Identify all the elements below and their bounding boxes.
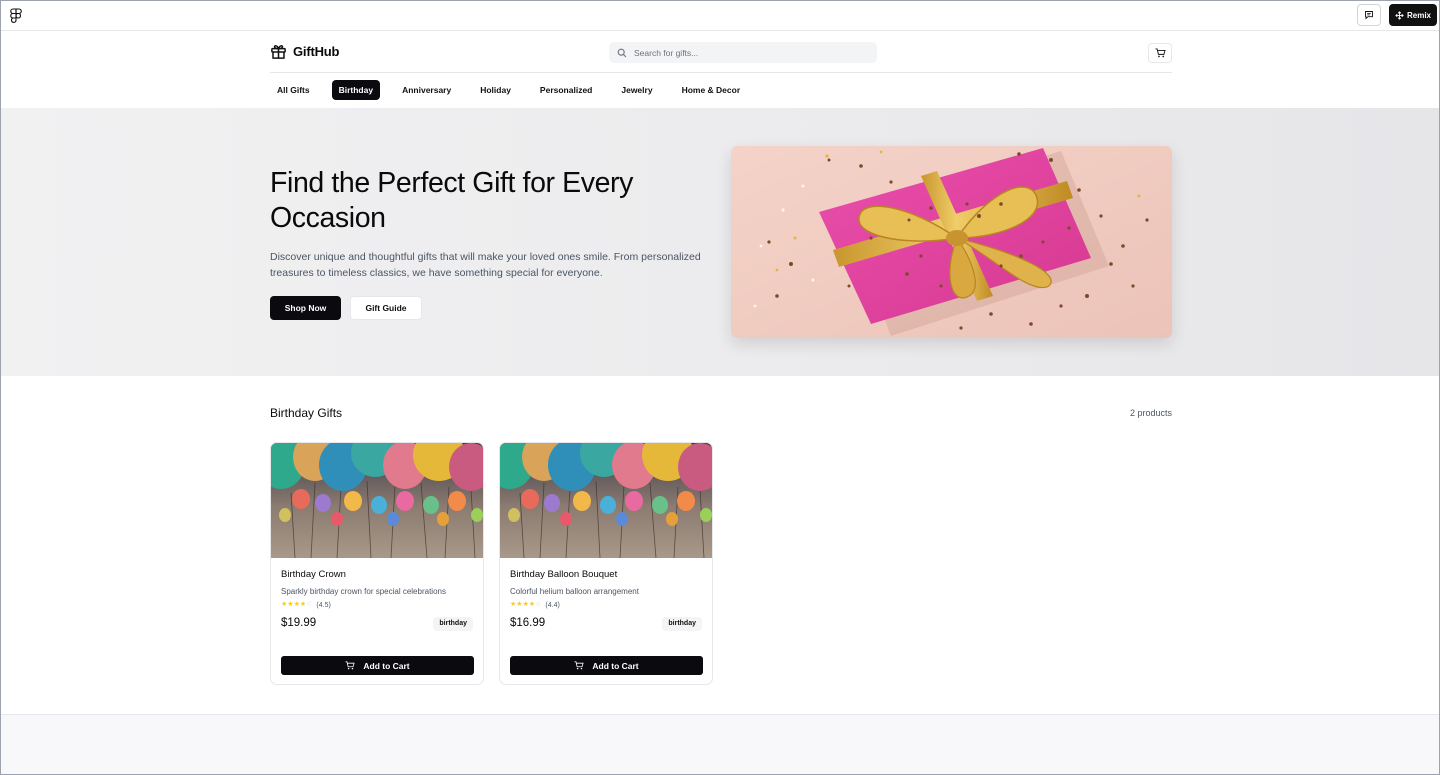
category-all-gifts[interactable]: All Gifts <box>270 80 317 100</box>
product-card[interactable]: Birthday Balloon Bouquet Colorful helium… <box>499 442 713 685</box>
category-jewelry[interactable]: Jewelry <box>614 80 659 100</box>
product-rating: ★ ★ ★ ★ ☆ (4.4) <box>510 601 560 609</box>
rating-stars: ★ ★ ★ ★ ☆ <box>510 601 541 609</box>
star-outline-icon: ☆ <box>306 601 313 608</box>
hero-title: Find the Perfect Gift for Every Occasion <box>270 167 633 234</box>
gift-box-illustration <box>731 146 1172 338</box>
category-tag: birthday <box>433 617 473 631</box>
cart-icon <box>345 661 356 670</box>
product-rating: ★ ★ ★ ★ ☆ (4.5) <box>281 601 331 609</box>
category-personalized[interactable]: Personalized <box>533 80 599 100</box>
category-nav: All Gifts Birthday Anniversary Holiday P… <box>270 80 762 100</box>
rating-stars: ★ ★ ★ ★ ☆ <box>281 601 312 609</box>
brand-name: GiftHub <box>293 44 340 59</box>
footer <box>1 714 1439 774</box>
rating-value: (4.5) <box>316 601 331 609</box>
balloons-illustration <box>500 443 712 559</box>
product-image <box>500 443 712 559</box>
app-toolbar: Remix <box>1 1 1439 31</box>
search-bar[interactable] <box>609 42 877 63</box>
product-image <box>271 443 483 559</box>
product-name[interactable]: Birthday Crown <box>281 569 346 580</box>
cart-icon <box>574 661 585 670</box>
product-description: Colorful helium balloon arrangement <box>510 587 639 596</box>
hero-description: Discover unique and thoughtful gifts tha… <box>270 251 701 279</box>
product-card[interactable]: Birthday Crown Sparkly birthday crown fo… <box>270 442 484 685</box>
product-price: $19.99 <box>281 617 317 629</box>
app-frame: Remix GiftHub Search for gifts... All Gi… <box>0 0 1440 775</box>
add-to-cart-button[interactable]: Add to Cart <box>281 656 474 675</box>
gift-guide-button[interactable]: Gift Guide <box>350 296 422 320</box>
category-home-decor[interactable]: Home & Decor <box>675 80 748 100</box>
cart-button[interactable] <box>1148 43 1172 63</box>
product-description: Sparkly birthday crown for special celeb… <box>281 587 446 596</box>
category-anniversary[interactable]: Anniversary <box>395 80 458 100</box>
remix-button[interactable]: Remix <box>1389 4 1437 26</box>
add-to-cart-label: Add to Cart <box>363 660 410 671</box>
add-to-cart-label: Add to Cart <box>592 660 639 671</box>
hero-image <box>731 146 1172 338</box>
category-birthday[interactable]: Birthday <box>331 80 381 100</box>
section-title: Birthday Gifts <box>270 406 343 420</box>
comment-icon <box>1365 11 1373 20</box>
figma-icon[interactable] <box>10 8 22 24</box>
brand-logo[interactable]: GiftHub <box>270 43 339 60</box>
product-price: $16.99 <box>510 617 546 629</box>
category-tag: birthday <box>662 617 702 631</box>
add-to-cart-button[interactable]: Add to Cart <box>510 656 703 675</box>
star-outline-icon: ☆ <box>535 601 542 608</box>
gift-icon <box>271 45 286 59</box>
remix-icon <box>1395 10 1404 20</box>
balloons-illustration <box>271 443 483 559</box>
remix-label: Remix <box>1406 10 1431 20</box>
cart-icon <box>1155 48 1166 58</box>
product-count: 2 products <box>1129 408 1172 418</box>
product-name[interactable]: Birthday Balloon Bouquet <box>510 569 617 580</box>
category-holiday[interactable]: Holiday <box>473 80 518 100</box>
search-icon <box>617 48 627 57</box>
shop-now-button[interactable]: Shop Now <box>270 296 341 320</box>
search-input[interactable] <box>634 47 864 58</box>
hero-section: Find the Perfect Gift for Every Occasion… <box>1 108 1439 376</box>
rating-value: (4.4) <box>545 601 560 609</box>
site-header: GiftHub <box>270 32 1172 73</box>
comment-button[interactable] <box>1357 4 1381 26</box>
